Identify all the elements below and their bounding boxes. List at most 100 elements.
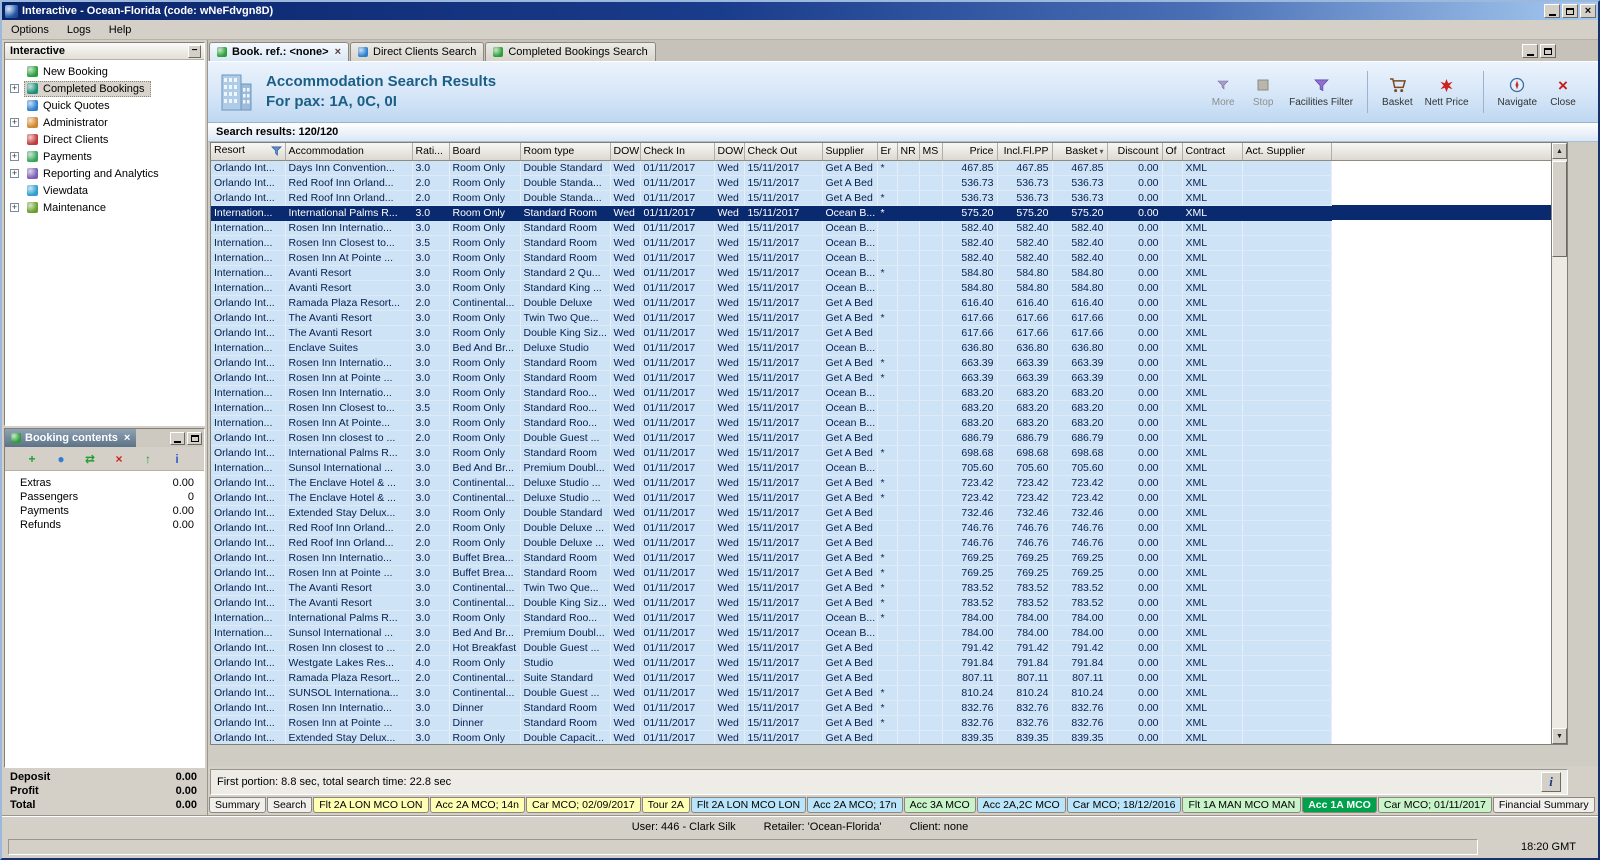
menu-logs[interactable]: Logs xyxy=(58,22,100,38)
bottom-tab-flt-2a-lon-mco-lon[interactable]: Flt 2A LON MCO LON xyxy=(313,797,429,813)
bottom-tab-car-mco-18-12-2016[interactable]: Car MCO; 18/12/2016 xyxy=(1066,797,1182,813)
column-header-price[interactable]: Price xyxy=(942,143,998,161)
bottom-tab-acc-1a-mco[interactable]: Acc 1A MCO xyxy=(1302,797,1377,813)
table-row[interactable]: Internation... Rosen Inn At Pointe ... 3.0… xyxy=(211,250,1551,266)
column-header-incl-fl-pp[interactable]: Incl.Fl.PP xyxy=(997,143,1053,161)
sidebar-item-completed-bookings[interactable]: + Completed Bookings xyxy=(5,80,204,97)
basket-button[interactable]: Basket xyxy=(1377,69,1418,115)
booking-contents-title-tab[interactable]: Booking contents × xyxy=(5,429,137,447)
table-row[interactable]: Internation... Sunsol International ... 3.… xyxy=(211,460,1551,476)
bottom-tab-acc-2a-mco-17n[interactable]: Acc 2A MCO; 17n xyxy=(807,797,903,813)
expand-icon[interactable]: + xyxy=(10,84,19,93)
booking-contents-item[interactable]: Refunds 0.00 xyxy=(5,518,204,532)
panel-close-icon[interactable]: × xyxy=(124,432,130,444)
sidebar-item-administrator[interactable]: + Administrator xyxy=(5,114,204,131)
column-header-check-in[interactable]: Check In xyxy=(640,143,715,161)
table-row[interactable]: Orlando Int... The Avanti Resort 3.0 Room O… xyxy=(211,325,1551,341)
table-row[interactable]: Orlando Int... Red Roof Inn Orland... 2.0 R… xyxy=(211,190,1551,206)
booking-contents-item[interactable]: Payments 0.00 xyxy=(5,504,204,518)
table-row[interactable]: Orlando Int... Rosen Inn at Pointe ... 3.0… xyxy=(211,715,1551,731)
table-row[interactable]: Orlando Int... Ramada Plaza Resort... 2.0 C… xyxy=(211,670,1551,686)
scroll-down-button[interactable]: ▼ xyxy=(1552,728,1567,744)
column-header-contract[interactable]: Contract xyxy=(1182,143,1243,161)
sidebar-item-payments[interactable]: + Payments xyxy=(5,148,204,165)
bottom-tab-acc-3a-mco[interactable]: Acc 3A MCO xyxy=(903,797,976,813)
column-header-act-supplier[interactable]: Act. Supplier xyxy=(1242,143,1332,161)
booking-contents-item[interactable]: Passengers 0 xyxy=(5,490,204,504)
bottom-tab-car-mco-01-11-2017[interactable]: Car MCO; 01/11/2017 xyxy=(1377,797,1492,813)
close-button[interactable]: × Close xyxy=(1544,69,1582,115)
column-header-room-type[interactable]: Room type xyxy=(520,143,611,161)
info-button[interactable]: i xyxy=(1541,772,1561,792)
column-header-supplier[interactable]: Supplier xyxy=(822,143,878,161)
column-header-resort[interactable]: Resort xyxy=(211,143,286,161)
column-header-basket[interactable]: Basket ▾ xyxy=(1052,143,1108,161)
table-row[interactable]: Internation... Rosen Inn Internatio... 3.0… xyxy=(211,220,1551,236)
menu-help[interactable]: Help xyxy=(100,22,141,38)
transfer-button[interactable]: ⇄ xyxy=(80,450,100,468)
delete-button[interactable]: × xyxy=(109,450,129,468)
column-header-rati[interactable]: Rati... xyxy=(412,143,450,161)
table-row[interactable]: Orlando Int... Red Roof Inn Orland... 2.0 R… xyxy=(211,520,1551,536)
bottom-tab-acc-2a-2c-mco[interactable]: Acc 2A,2C MCO xyxy=(976,797,1066,813)
table-row[interactable]: Orlando Int... Days Inn Convention... 3.0 R… xyxy=(211,160,1551,176)
bottom-tab-car-mco-02-09-2017[interactable]: Car MCO; 02/09/2017 xyxy=(525,797,641,813)
sidebar-item-direct-clients[interactable]: Direct Clients xyxy=(5,131,204,148)
table-row[interactable]: Orlando Int... SUNSOL Internationa... 3.0 C… xyxy=(211,685,1551,701)
panel-minimize-button[interactable] xyxy=(170,431,185,445)
expand-icon[interactable]: + xyxy=(10,118,19,127)
scrollbar-track[interactable] xyxy=(1552,159,1567,728)
column-header-of[interactable]: Of xyxy=(1162,143,1183,161)
scrollbar-thumb[interactable] xyxy=(1552,161,1567,257)
sidebar-item-quick-quotes[interactable]: Quick Quotes xyxy=(5,97,204,114)
mdi-restore-button[interactable] xyxy=(1540,44,1556,58)
table-row[interactable]: Internation... Rosen Inn Internatio... 3.0… xyxy=(211,385,1551,401)
mdi-minimize-button[interactable] xyxy=(1522,44,1538,58)
vertical-scrollbar[interactable]: ▲ ▼ xyxy=(1551,142,1568,745)
navigate-button[interactable]: Navigate xyxy=(1493,69,1542,115)
expand-icon[interactable]: + xyxy=(10,152,19,161)
table-row[interactable]: Orlando Int... Rosen Inn Internatio... 3.0… xyxy=(211,700,1551,716)
column-header-dow[interactable]: DOW xyxy=(610,143,641,161)
tab-completed-bookings-search[interactable]: Completed Bookings Search xyxy=(485,42,656,61)
tab-close-icon[interactable]: × xyxy=(335,46,341,58)
table-row[interactable]: Orlando Int... Ramada Plaza Resort... 2.0 C… xyxy=(211,295,1551,311)
column-header-check-out[interactable]: Check Out xyxy=(744,143,823,161)
column-header-ms[interactable]: MS xyxy=(919,143,943,161)
minimize-button[interactable] xyxy=(1544,4,1560,18)
panel-restore-button[interactable] xyxy=(187,431,202,445)
table-row[interactable]: Internation... Rosen Inn Closest to... 3.5… xyxy=(211,235,1551,251)
expand-icon[interactable]: + xyxy=(10,203,19,212)
add-button[interactable]: + xyxy=(22,450,42,468)
bottom-tab-tour-2a[interactable]: Tour 2A xyxy=(641,797,690,813)
column-header-accommodation[interactable]: Accommodation xyxy=(285,143,413,161)
table-row[interactable]: Internation... Rosen Inn At Pointe... 3.0 R… xyxy=(211,415,1551,431)
bottom-tab-acc-2a-mco-14n[interactable]: Acc 2A MCO; 14n xyxy=(429,797,525,813)
booking-contents-item[interactable]: Extras 0.00 xyxy=(5,476,204,490)
table-row[interactable]: Orlando Int... Rosen Inn closest to ... 2.… xyxy=(211,430,1551,446)
sidebar-item-viewdata[interactable]: Viewdata xyxy=(5,182,204,199)
table-row[interactable]: Internation... Enclave Suites 3.0 Bed And B… xyxy=(211,340,1551,356)
table-row[interactable]: Orlando Int... The Enclave Hotel & ... 3.0… xyxy=(211,490,1551,506)
bottom-tab-search[interactable]: Search xyxy=(266,797,313,813)
bottom-tab-flt-1a-man-mco-man[interactable]: Flt 1A MAN MCO MAN xyxy=(1182,797,1302,813)
table-row[interactable]: Orlando Int... Rosen Inn Internatio... 3.0… xyxy=(211,355,1551,371)
table-row[interactable]: Orlando Int... Red Roof Inn Orland... 2.0 R… xyxy=(211,535,1551,551)
upload-button[interactable]: ↑ xyxy=(138,450,158,468)
sidebar-item-reporting-and-analytics[interactable]: + Reporting and Analytics xyxy=(5,165,204,182)
sidebar-item-new-booking[interactable]: New Booking xyxy=(5,63,204,80)
filter-icon[interactable] xyxy=(270,146,282,159)
table-row[interactable]: Orlando Int... Rosen Inn at Pointe ... 3.0… xyxy=(211,565,1551,581)
table-row[interactable]: Orlando Int... The Avanti Resort 3.0 Contin… xyxy=(211,595,1551,611)
column-header-nr[interactable]: NR xyxy=(897,143,920,161)
table-row[interactable]: Orlando Int... The Enclave Hotel & ... 3.0… xyxy=(211,475,1551,491)
expand-icon[interactable]: + xyxy=(10,169,19,178)
column-header-er[interactable]: Er xyxy=(877,143,898,161)
maximize-button[interactable] xyxy=(1562,4,1578,18)
menu-options[interactable]: Options xyxy=(2,22,58,38)
world-button[interactable]: ● xyxy=(51,450,71,468)
facilities-filter-button[interactable]: Facilities Filter xyxy=(1284,69,1358,115)
more-button[interactable]: More xyxy=(1204,69,1242,115)
table-row[interactable]: Orlando Int... The Avanti Resort 3.0 Room O… xyxy=(211,310,1551,326)
table-row[interactable]: Internation... Sunsol International ... 3.… xyxy=(211,625,1551,641)
